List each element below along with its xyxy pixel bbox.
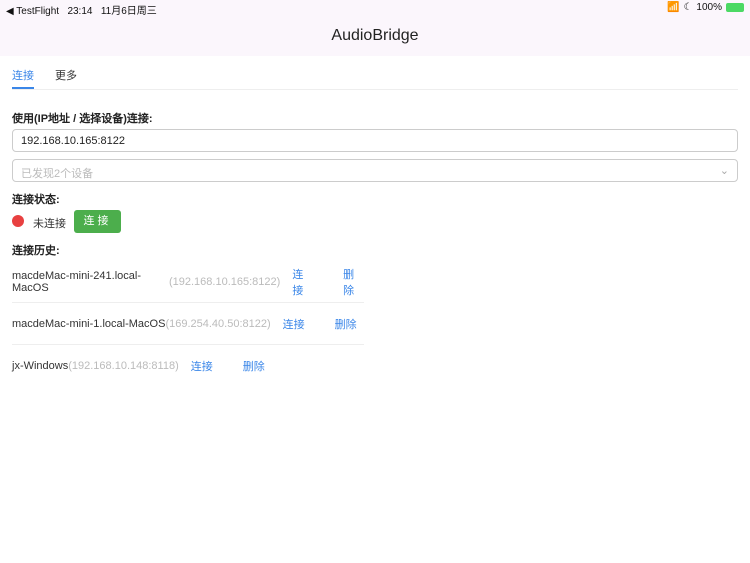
tab-connect[interactable]: 连接	[12, 67, 34, 89]
device-name: macdeMac-mini-1.local-MacOS	[12, 317, 166, 330]
device-ip: (192.168.10.165:8122)	[168, 275, 281, 288]
chevron-down-icon: ⌄	[719, 165, 729, 177]
device-select-placeholder: 已发现2个设备	[21, 168, 94, 180]
history-item: jx-Windows (192.168.10.148:8118) 连接 删除	[12, 345, 364, 387]
history-item: macdeMac-mini-241.local-MacOS (192.168.10…	[12, 261, 364, 303]
ip-input[interactable]: 192.168.10.165:8122	[12, 129, 738, 152]
time: 23:14	[67, 6, 93, 17]
device-ip: (192.168.10.148:8118)	[68, 360, 179, 372]
battery-icon	[726, 3, 744, 12]
history-delete-link[interactable]: 删除	[335, 316, 357, 332]
history-connect-link[interactable]: 连接	[283, 316, 305, 332]
connection-status: 未连接	[33, 218, 66, 230]
connect-label: 使用(IP地址 / 选择设备)连接:	[12, 113, 153, 125]
history-delete-link[interactable]: 删除	[343, 266, 364, 298]
history-item: macdeMac-mini-1.local-MacOS (169.254.40.5…	[12, 303, 364, 345]
status-dot	[12, 215, 24, 227]
date: 11月6日周三	[100, 6, 157, 17]
device-select[interactable]: 已发现2个设备 ⌄	[12, 159, 738, 182]
device-name: jx-Windows	[12, 360, 69, 372]
battery-percent: 100%	[696, 2, 722, 13]
nav-bar: ◀ TestFlight 23:14 11月6日周三 📶 ☾ 100% AudioB…	[0, 0, 750, 56]
status-bar: ◀ TestFlight 23:14 11月6日周三 📶 ☾ 100%	[0, 0, 750, 17]
history-delete-link[interactable]: 删除	[243, 358, 265, 374]
device-ip: (169.254.40.50:8122)	[165, 317, 271, 330]
state-label: 连接状态:	[12, 194, 60, 206]
tab-more[interactable]: 更多	[55, 67, 77, 83]
history-connect-link[interactable]: 连接	[191, 358, 213, 374]
moon-icon: ☾	[683, 2, 693, 13]
connect-button[interactable]: 连接	[74, 210, 121, 233]
back-to-testflight[interactable]: ◀ TestFlight	[6, 6, 59, 17]
wifi-icon: 📶	[667, 2, 680, 13]
history-label: 连接历史:	[12, 245, 60, 257]
page-title: AudioBridge	[331, 27, 419, 44]
device-name: macdeMac-mini-241.local-MacOS	[12, 269, 141, 294]
history-connect-link[interactable]: 连接	[292, 266, 313, 298]
tab-bar: 连接 更多	[12, 56, 738, 90]
